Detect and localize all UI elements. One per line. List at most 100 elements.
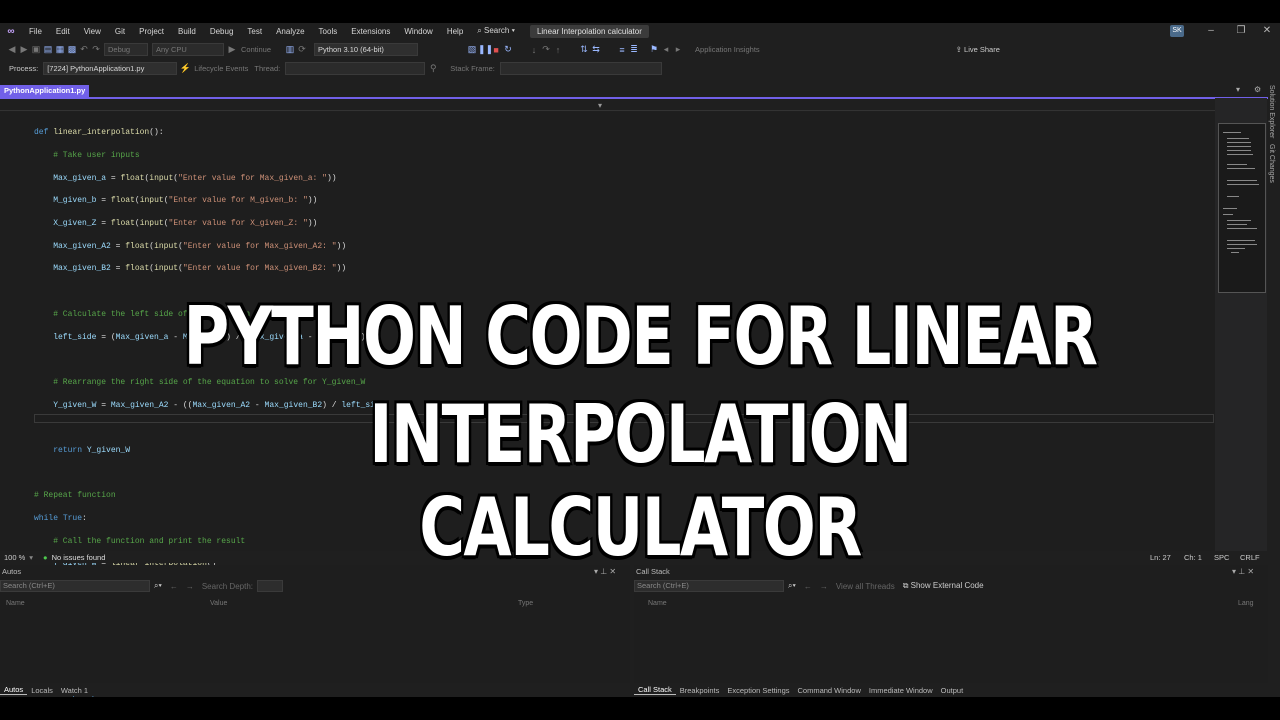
autos-col-value[interactable]: Value xyxy=(210,600,227,607)
tab-locals[interactable]: Locals xyxy=(27,686,57,695)
step-into-icon[interactable]: ↓ xyxy=(528,45,540,55)
comment-icon[interactable]: ≡ xyxy=(616,45,628,55)
save-all-icon[interactable]: ▩ xyxy=(66,44,78,55)
view-all-threads-button[interactable]: View all Threads xyxy=(836,582,895,591)
stack-frame-dropdown[interactable] xyxy=(499,61,662,75)
menu-debug[interactable]: Debug xyxy=(203,27,241,36)
autos-col-name[interactable]: Name xyxy=(6,600,25,607)
hex-icon[interactable]: ⇅ xyxy=(578,44,590,55)
tab-pythonapplication1[interactable]: PythonApplication1.py xyxy=(0,85,90,97)
call-stack-search-icon[interactable]: ⌕▾ xyxy=(788,581,796,591)
autos-panel: Autos ▾ ⊥ ✕ Search (Ctrl+E) ⌕▾ ← → Searc… xyxy=(0,565,630,683)
continue-button[interactable]: Continue xyxy=(238,45,274,54)
autos-depth-label: Search Depth: xyxy=(201,581,253,591)
tab-output[interactable]: Output xyxy=(937,686,968,695)
lifecycle-icon[interactable]: ⚡ xyxy=(179,63,191,74)
call-stack-pin-icon[interactable]: ▾ ⊥ ✕ xyxy=(1232,567,1254,576)
git-changes-tab[interactable]: Git Changes xyxy=(1268,144,1275,183)
autos-col-type[interactable]: Type xyxy=(518,600,533,607)
share-icon: ⇪ xyxy=(955,45,965,54)
menu-edit[interactable]: Edit xyxy=(49,27,77,36)
step-over-icon[interactable]: ↷ xyxy=(540,44,552,55)
bookmark-icon[interactable]: ⚑ xyxy=(648,44,660,55)
line-ending[interactable]: CRLF xyxy=(1240,553,1260,562)
undo-icon[interactable]: ↶ xyxy=(78,44,90,55)
hot-reload-icon[interactable]: ⟳ xyxy=(296,44,308,55)
code-minimap[interactable] xyxy=(1218,123,1266,293)
back-icon[interactable]: ◀ xyxy=(6,44,18,55)
menu-view[interactable]: View xyxy=(77,27,108,36)
thread-dropdown[interactable] xyxy=(285,61,426,75)
autos-search-input[interactable]: Search (Ctrl+E) xyxy=(0,580,150,592)
call-stack-forward-icon[interactable]: → xyxy=(820,582,828,591)
layout-icon[interactable]: ▧ xyxy=(466,44,478,55)
open-icon[interactable]: ▤ xyxy=(42,44,54,55)
menu-test[interactable]: Test xyxy=(240,27,269,36)
lifecycle-events-button[interactable]: Lifecycle Events xyxy=(191,64,251,73)
redo-icon[interactable]: ↷ xyxy=(90,44,102,55)
whitespace-mode[interactable]: SPC xyxy=(1214,553,1229,562)
autos-back-icon[interactable]: ← xyxy=(170,582,178,591)
autos-depth-dropdown[interactable] xyxy=(256,580,283,592)
tab-dropdown-icon[interactable]: ▾ xyxy=(1236,85,1240,94)
tab-command-window[interactable]: Command Window xyxy=(794,686,865,695)
line-number: Ln: 27 xyxy=(1150,552,1171,562)
save-icon[interactable]: ▦ xyxy=(54,44,66,55)
call-stack-search-input[interactable]: Search (Ctrl+E) xyxy=(634,580,784,592)
settings-icon[interactable]: ⚙ xyxy=(1254,85,1261,94)
menu-extensions[interactable]: Extensions xyxy=(344,27,397,36)
application-insights-button[interactable]: Application Insights xyxy=(692,45,763,54)
filter-icon[interactable]: ⚲ xyxy=(427,63,439,74)
solution-explorer-tab[interactable]: Solution Explorer xyxy=(1268,85,1275,138)
avatar[interactable]: SK xyxy=(1170,25,1184,37)
browse-icon[interactable]: ▥ xyxy=(284,44,296,55)
restart-icon[interactable]: ↻ xyxy=(502,44,514,55)
threads-icon[interactable]: ⇆ xyxy=(590,44,602,55)
document-tab-strip: PythonApplication1.py ▾ ⚙ xyxy=(0,85,1268,99)
tab-exception-settings[interactable]: Exception Settings xyxy=(723,686,793,695)
tab-immediate-window[interactable]: Immediate Window xyxy=(865,686,937,695)
tab-call-stack[interactable]: Call Stack xyxy=(634,685,676,695)
minimize-icon[interactable]: – xyxy=(1196,23,1226,39)
zoom-level[interactable]: 100 % xyxy=(0,553,29,562)
process-dropdown[interactable]: [7224] PythonApplication1.py xyxy=(43,61,178,75)
zoom-dropdown-icon[interactable]: ▾ xyxy=(29,553,33,562)
show-external-code-button[interactable]: ⧉ Show External Code xyxy=(903,581,984,591)
menu-file[interactable]: File xyxy=(22,27,49,36)
call-stack-col-name[interactable]: Name xyxy=(648,600,667,607)
continue-icon[interactable]: ▶ xyxy=(226,44,238,55)
menu-window[interactable]: Window xyxy=(397,27,439,36)
tab-watch-1[interactable]: Watch 1 xyxy=(57,686,92,695)
autos-search-icon[interactable]: ⌕▾ xyxy=(154,581,162,591)
menu-tools[interactable]: Tools xyxy=(312,27,345,36)
live-share-label: Live Share xyxy=(964,45,1000,54)
autos-forward-icon[interactable]: → xyxy=(186,582,194,591)
next-bookmark-icon[interactable]: ▸ xyxy=(672,44,684,55)
menu-build[interactable]: Build xyxy=(171,27,203,36)
prev-bookmark-icon[interactable]: ◂ xyxy=(660,44,672,55)
call-stack-col-lang[interactable]: Lang xyxy=(1238,600,1254,607)
configuration-dropdown[interactable]: Debug xyxy=(104,43,148,56)
menu-analyze[interactable]: Analyze xyxy=(269,27,311,36)
tab-breakpoints[interactable]: Breakpoints xyxy=(676,686,724,695)
menu-project[interactable]: Project xyxy=(132,27,171,36)
issues-status[interactable]: No issues found xyxy=(52,553,106,562)
menu-help[interactable]: Help xyxy=(440,27,470,36)
new-item-icon[interactable]: ▣ xyxy=(30,44,42,55)
uncomment-icon[interactable]: ≣ xyxy=(628,44,640,55)
menu-git[interactable]: Git xyxy=(108,27,132,36)
call-stack-back-icon[interactable]: ← xyxy=(804,582,812,591)
forward-icon[interactable]: ▶ xyxy=(18,44,30,55)
tab-autos[interactable]: Autos xyxy=(0,685,28,695)
live-share-button[interactable]: ⇪ Live Share xyxy=(953,45,1003,54)
stop-icon[interactable]: ■ xyxy=(490,45,502,55)
step-out-icon[interactable]: ↑ xyxy=(552,45,564,55)
pause-icon[interactable]: ❚❚ xyxy=(478,44,493,55)
search-label: Search xyxy=(483,26,510,35)
search-menu[interactable]: ⌕ Search ▾ xyxy=(470,26,522,36)
close-icon[interactable]: ✕ xyxy=(1252,23,1280,39)
nav-dropdown-icon[interactable]: ▾ xyxy=(598,101,602,110)
platform-dropdown[interactable]: Any CPU xyxy=(152,43,224,56)
python-environment-dropdown[interactable]: Python 3.10 (64-bit) xyxy=(314,43,419,56)
autos-tab-strip: Autos Locals Watch 1 xyxy=(0,683,92,697)
